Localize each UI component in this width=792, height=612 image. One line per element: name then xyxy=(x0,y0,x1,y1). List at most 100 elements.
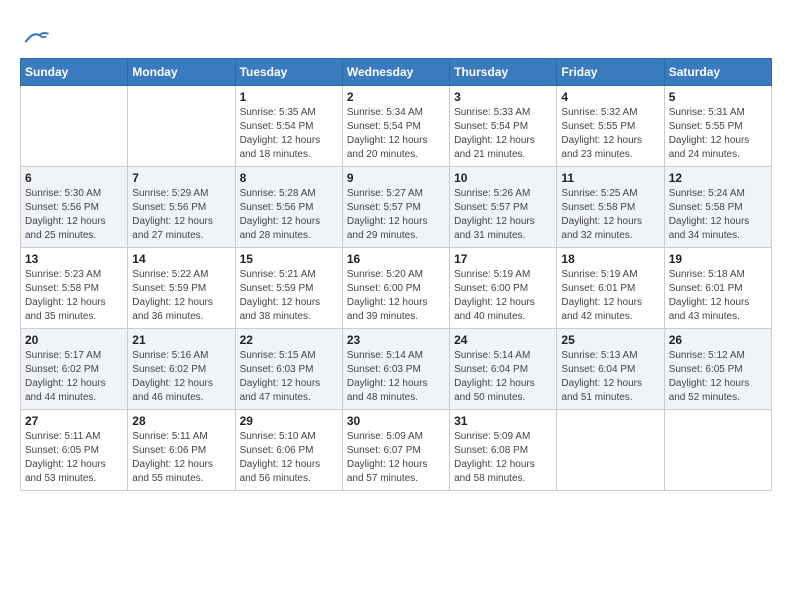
daylight-label: Daylight: 12 hours xyxy=(132,216,213,227)
day-number: 20 xyxy=(25,333,123,347)
sunset-label: Sunset: 6:07 PM xyxy=(347,445,421,456)
day-number: 12 xyxy=(669,171,767,185)
daylight-label: Daylight: 12 hours xyxy=(132,297,213,308)
daylight-minutes: and 56 minutes. xyxy=(240,473,311,484)
sunset-label: Sunset: 5:54 PM xyxy=(347,121,421,132)
sunrise-label: Sunrise: 5:09 AM xyxy=(454,431,530,442)
daylight-label: Daylight: 12 hours xyxy=(347,216,428,227)
calendar-cell: 22 Sunrise: 5:15 AM Sunset: 6:03 PM Dayl… xyxy=(235,329,342,410)
sunrise-label: Sunrise: 5:25 AM xyxy=(561,188,637,199)
day-info: Sunrise: 5:19 AM Sunset: 6:00 PM Dayligh… xyxy=(454,268,552,324)
day-info: Sunrise: 5:19 AM Sunset: 6:01 PM Dayligh… xyxy=(561,268,659,324)
sunset-label: Sunset: 6:05 PM xyxy=(25,445,99,456)
day-info: Sunrise: 5:17 AM Sunset: 6:02 PM Dayligh… xyxy=(25,349,123,405)
sunrise-label: Sunrise: 5:31 AM xyxy=(669,107,745,118)
daylight-minutes: and 50 minutes. xyxy=(454,392,525,403)
daylight-minutes: and 51 minutes. xyxy=(561,392,632,403)
weekday-header-saturday: Saturday xyxy=(664,59,771,86)
daylight-label: Daylight: 12 hours xyxy=(561,216,642,227)
sunset-label: Sunset: 5:55 PM xyxy=(561,121,635,132)
sunset-label: Sunset: 6:01 PM xyxy=(669,283,743,294)
calendar-cell: 16 Sunrise: 5:20 AM Sunset: 6:00 PM Dayl… xyxy=(342,248,449,329)
calendar-table: SundayMondayTuesdayWednesdayThursdayFrid… xyxy=(20,58,772,491)
daylight-label: Daylight: 12 hours xyxy=(347,459,428,470)
daylight-label: Daylight: 12 hours xyxy=(454,297,535,308)
day-number: 13 xyxy=(25,252,123,266)
calendar-cell: 7 Sunrise: 5:29 AM Sunset: 5:56 PM Dayli… xyxy=(128,167,235,248)
sunset-label: Sunset: 5:54 PM xyxy=(240,121,314,132)
day-info: Sunrise: 5:23 AM Sunset: 5:58 PM Dayligh… xyxy=(25,268,123,324)
day-number: 29 xyxy=(240,414,338,428)
daylight-minutes: and 48 minutes. xyxy=(347,392,418,403)
day-info: Sunrise: 5:21 AM Sunset: 5:59 PM Dayligh… xyxy=(240,268,338,324)
sunrise-label: Sunrise: 5:26 AM xyxy=(454,188,530,199)
day-number: 25 xyxy=(561,333,659,347)
weekday-header-friday: Friday xyxy=(557,59,664,86)
daylight-minutes: and 46 minutes. xyxy=(132,392,203,403)
day-info: Sunrise: 5:09 AM Sunset: 6:08 PM Dayligh… xyxy=(454,430,552,486)
sunrise-label: Sunrise: 5:34 AM xyxy=(347,107,423,118)
calendar-cell: 24 Sunrise: 5:14 AM Sunset: 6:04 PM Dayl… xyxy=(450,329,557,410)
daylight-minutes: and 34 minutes. xyxy=(669,230,740,241)
sunrise-label: Sunrise: 5:19 AM xyxy=(454,269,530,280)
sunset-label: Sunset: 6:04 PM xyxy=(561,364,635,375)
daylight-minutes: and 18 minutes. xyxy=(240,149,311,160)
sunset-label: Sunset: 6:06 PM xyxy=(132,445,206,456)
sunrise-label: Sunrise: 5:12 AM xyxy=(669,350,745,361)
sunrise-label: Sunrise: 5:14 AM xyxy=(454,350,530,361)
sunrise-label: Sunrise: 5:33 AM xyxy=(454,107,530,118)
calendar-cell: 4 Sunrise: 5:32 AM Sunset: 5:55 PM Dayli… xyxy=(557,86,664,167)
day-info: Sunrise: 5:32 AM Sunset: 5:55 PM Dayligh… xyxy=(561,106,659,162)
day-number: 28 xyxy=(132,414,230,428)
calendar-cell: 25 Sunrise: 5:13 AM Sunset: 6:04 PM Dayl… xyxy=(557,329,664,410)
sunset-label: Sunset: 6:01 PM xyxy=(561,283,635,294)
daylight-minutes: and 32 minutes. xyxy=(561,230,632,241)
day-info: Sunrise: 5:30 AM Sunset: 5:56 PM Dayligh… xyxy=(25,187,123,243)
day-info: Sunrise: 5:14 AM Sunset: 6:04 PM Dayligh… xyxy=(454,349,552,405)
calendar-week-row: 6 Sunrise: 5:30 AM Sunset: 5:56 PM Dayli… xyxy=(21,167,772,248)
day-number: 18 xyxy=(561,252,659,266)
calendar-cell: 2 Sunrise: 5:34 AM Sunset: 5:54 PM Dayli… xyxy=(342,86,449,167)
sunrise-label: Sunrise: 5:21 AM xyxy=(240,269,316,280)
calendar-cell: 27 Sunrise: 5:11 AM Sunset: 6:05 PM Dayl… xyxy=(21,410,128,491)
daylight-label: Daylight: 12 hours xyxy=(669,135,750,146)
day-number: 21 xyxy=(132,333,230,347)
sunset-label: Sunset: 5:55 PM xyxy=(669,121,743,132)
sunset-label: Sunset: 6:02 PM xyxy=(25,364,99,375)
day-number: 23 xyxy=(347,333,445,347)
day-info: Sunrise: 5:12 AM Sunset: 6:05 PM Dayligh… xyxy=(669,349,767,405)
daylight-minutes: and 47 minutes. xyxy=(240,392,311,403)
sunrise-label: Sunrise: 5:09 AM xyxy=(347,431,423,442)
weekday-header-tuesday: Tuesday xyxy=(235,59,342,86)
calendar-cell xyxy=(128,86,235,167)
daylight-minutes: and 38 minutes. xyxy=(240,311,311,322)
calendar-cell xyxy=(557,410,664,491)
daylight-label: Daylight: 12 hours xyxy=(25,459,106,470)
sunrise-label: Sunrise: 5:20 AM xyxy=(347,269,423,280)
daylight-label: Daylight: 12 hours xyxy=(240,297,321,308)
daylight-minutes: and 53 minutes. xyxy=(25,473,96,484)
weekday-header-thursday: Thursday xyxy=(450,59,557,86)
sunset-label: Sunset: 6:02 PM xyxy=(132,364,206,375)
calendar-cell: 17 Sunrise: 5:19 AM Sunset: 6:00 PM Dayl… xyxy=(450,248,557,329)
sunset-label: Sunset: 6:03 PM xyxy=(347,364,421,375)
sunrise-label: Sunrise: 5:29 AM xyxy=(132,188,208,199)
daylight-minutes: and 20 minutes. xyxy=(347,149,418,160)
calendar-cell xyxy=(21,86,128,167)
calendar-cell: 6 Sunrise: 5:30 AM Sunset: 5:56 PM Dayli… xyxy=(21,167,128,248)
daylight-label: Daylight: 12 hours xyxy=(132,459,213,470)
calendar-cell: 9 Sunrise: 5:27 AM Sunset: 5:57 PM Dayli… xyxy=(342,167,449,248)
daylight-label: Daylight: 12 hours xyxy=(669,216,750,227)
daylight-minutes: and 36 minutes. xyxy=(132,311,203,322)
day-number: 16 xyxy=(347,252,445,266)
day-info: Sunrise: 5:09 AM Sunset: 6:07 PM Dayligh… xyxy=(347,430,445,486)
day-info: Sunrise: 5:26 AM Sunset: 5:57 PM Dayligh… xyxy=(454,187,552,243)
calendar-cell: 5 Sunrise: 5:31 AM Sunset: 5:55 PM Dayli… xyxy=(664,86,771,167)
day-info: Sunrise: 5:29 AM Sunset: 5:56 PM Dayligh… xyxy=(132,187,230,243)
calendar-cell: 1 Sunrise: 5:35 AM Sunset: 5:54 PM Dayli… xyxy=(235,86,342,167)
calendar-cell: 19 Sunrise: 5:18 AM Sunset: 6:01 PM Dayl… xyxy=(664,248,771,329)
day-number: 31 xyxy=(454,414,552,428)
calendar-cell xyxy=(664,410,771,491)
calendar-cell: 18 Sunrise: 5:19 AM Sunset: 6:01 PM Dayl… xyxy=(557,248,664,329)
logo-bird-icon xyxy=(22,28,50,48)
